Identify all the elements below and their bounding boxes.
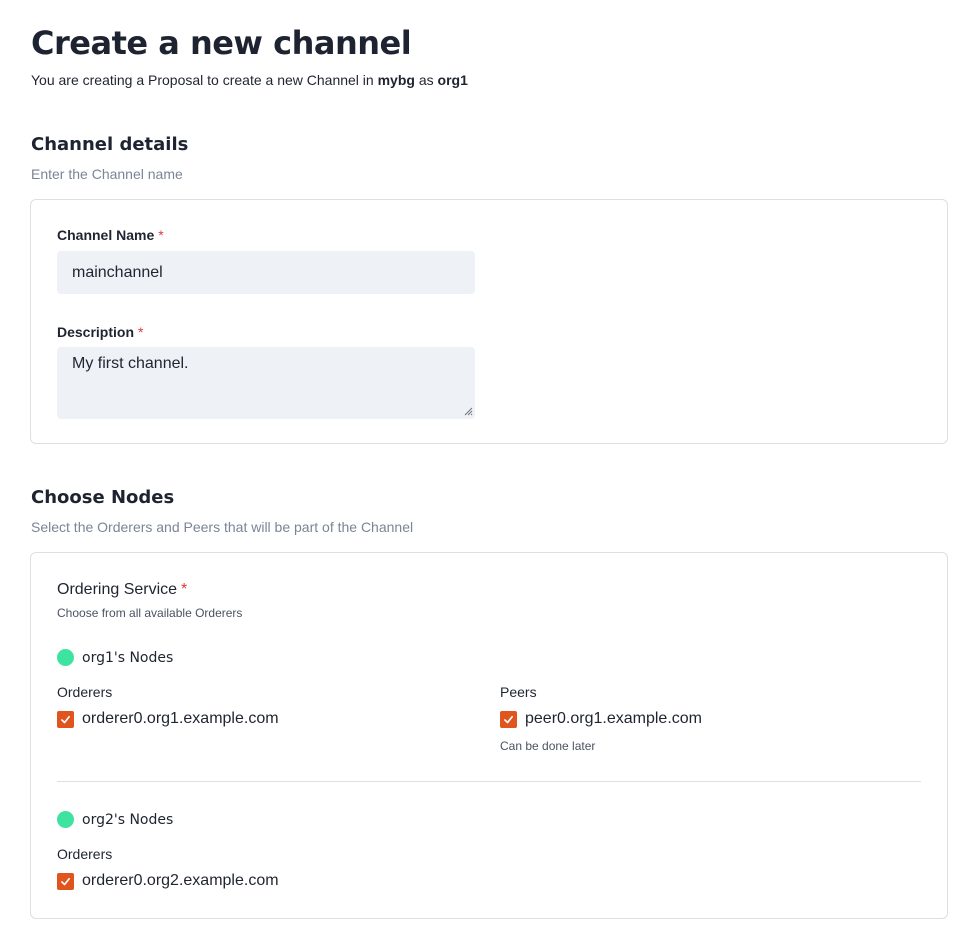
orderers-label: Orderers — [57, 846, 113, 862]
subtitle-middle: as — [414, 72, 438, 88]
subtitle-org: org1 — [437, 72, 468, 88]
org-name: org1's Nodes — [82, 649, 174, 666]
subtitle-prefix: You are creating a Proposal to create a … — [31, 72, 378, 88]
channel-name-label: Channel Name * — [57, 227, 164, 243]
page-title: Create a new channel — [31, 24, 412, 62]
org-header: org1's Nodes — [57, 649, 173, 666]
channel-name-label-text: Channel Name — [57, 227, 155, 243]
org-status-dot — [57, 649, 74, 666]
required-mark: * — [138, 324, 144, 340]
channel-details-title: Channel details — [31, 134, 189, 155]
org-status-dot — [57, 811, 74, 828]
checkbox[interactable] — [57, 872, 74, 890]
description-label-text: Description — [57, 324, 135, 340]
checkbox[interactable] — [57, 710, 74, 728]
choose-nodes-description: Select the Orderers and Peers that will … — [31, 519, 414, 535]
required-mark: * — [181, 581, 188, 598]
orderer-checkbox-row[interactable]: orderer0.org1.example.com — [57, 710, 279, 728]
channel-details-description: Enter the Channel name — [31, 166, 183, 182]
ordering-service-description: Choose from all available Orderers — [57, 606, 243, 620]
checkbox[interactable] — [500, 710, 517, 728]
orderer-checkbox-row[interactable]: orderer0.org2.example.com — [57, 872, 279, 890]
orderer-label: orderer0.org2.example.com — [82, 872, 279, 889]
org-header: org2's Nodes — [57, 811, 173, 828]
resize-grip-icon[interactable] — [463, 406, 473, 416]
ordering-service-label-text: Ordering Service — [57, 581, 178, 598]
peer-checkbox-row[interactable]: peer0.org1.example.com — [500, 710, 702, 728]
ordering-service-label: Ordering Service * — [57, 581, 187, 599]
check-icon — [504, 715, 513, 723]
page-subtitle: You are creating a Proposal to create a … — [31, 72, 468, 88]
orderer-label: orderer0.org1.example.com — [82, 710, 279, 727]
orderers-label: Orderers — [57, 684, 113, 700]
peers-hint: Can be done later — [500, 739, 596, 753]
channel-details-card: Channel Name* Description* My first chan… — [30, 199, 948, 444]
choose-nodes-card: Ordering Service * Choose from all availa… — [30, 552, 948, 919]
description-label: Description * — [57, 324, 143, 340]
check-icon — [61, 877, 70, 885]
org-divider — [57, 781, 921, 782]
subtitle-network: mybg — [377, 72, 415, 88]
description-textarea[interactable]: My first channel. — [57, 347, 475, 419]
check-icon — [61, 715, 70, 723]
peer-label: peer0.org1.example.com — [525, 710, 702, 727]
choose-nodes-title: Choose Nodes — [31, 487, 175, 508]
org-name: org2's Nodes — [82, 811, 174, 828]
peers-label: Peers — [500, 684, 537, 700]
required-mark: * — [158, 227, 164, 243]
channel-name-input[interactable] — [57, 251, 475, 294]
